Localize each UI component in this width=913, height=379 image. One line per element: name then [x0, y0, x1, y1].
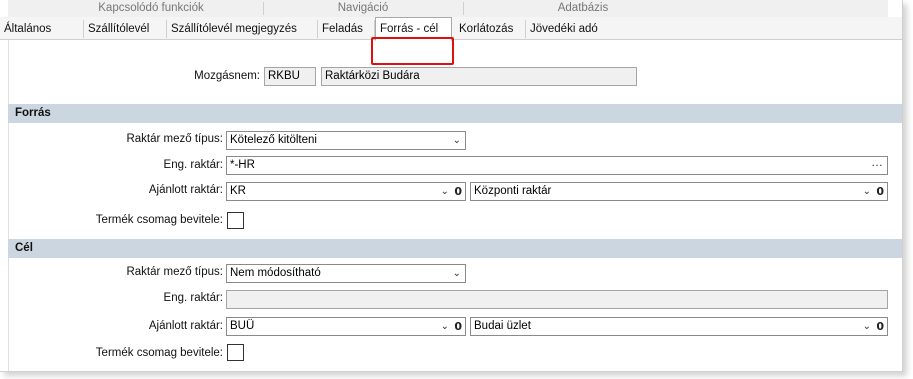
forras-ajanlott-name-value: Központi raktár [474, 185, 552, 197]
forras-ajanlott-code-value: KR [230, 185, 246, 197]
window-frame: Kapcsolódó funkciók Navigáció Adatbázis … [0, 0, 903, 372]
forras-eng-raktar-value: *-HR [230, 159, 255, 171]
tab-altalanos[interactable]: Általános [0, 20, 84, 38]
ribbon-group-navigation[interactable]: Navigáció [313, 2, 413, 14]
cel-termek-label: Termék csomag bevitele: [95, 347, 223, 359]
mozgasnem-name-field: Raktárközi Budára [321, 67, 637, 86]
forras-ajanlott-name-select[interactable]: Központi raktár ⌄ 0 [470, 182, 888, 201]
paperclip-icon[interactable]: 0 [876, 183, 884, 200]
cel-ajanlott-code-select[interactable]: BUÜ ⌄ 0 [226, 317, 466, 336]
forras-eng-raktar-label: Eng. raktár: [163, 159, 223, 171]
cel-raktar-tipus-select[interactable]: Nem módosítható ⌄ [226, 264, 466, 283]
forras-ajanlott-code-select[interactable]: KR ⌄ 0 [226, 182, 466, 201]
cel-ajanlott-name-select[interactable]: Budai üzlet ⌄ 0 [470, 317, 888, 336]
paperclip-icon[interactable]: 0 [876, 318, 884, 335]
cel-raktar-tipus-label: Raktár mező típus: [126, 266, 223, 278]
cel-ajanlott-code-value: BUÜ [230, 320, 255, 332]
mozgasnem-code-field: RKBU [264, 67, 316, 86]
ribbon: Kapcsolódó funkciók Navigáció Adatbázis [8, 0, 888, 18]
chevron-down-icon[interactable]: ⌄ [453, 132, 461, 149]
mozgasnem-label: Mozgásnem: [194, 70, 260, 82]
forras-raktar-tipus-value: Kötelező kitölteni [230, 134, 317, 146]
tab-korlatozas[interactable]: Korlátozás [455, 20, 526, 38]
tab-forras-cel[interactable]: Forrás - cél [375, 17, 452, 41]
tab-jovedeki-ado[interactable]: Jövedéki adó [526, 20, 614, 38]
cel-ajanlott-name-value: Budai üzlet [474, 320, 531, 332]
chevron-down-icon[interactable]: ⌄ [441, 318, 449, 335]
ribbon-group-related-functions[interactable]: Kapcsolódó funkciók [86, 2, 216, 14]
tab-szallitolevel[interactable]: Szállítólevél [84, 20, 167, 38]
paperclip-icon[interactable]: 0 [454, 318, 462, 335]
ribbon-group-database[interactable]: Adatbázis [538, 2, 628, 14]
tab-feladas[interactable]: Feladás [318, 20, 375, 38]
chevron-down-icon[interactable]: ⌄ [441, 183, 449, 200]
cel-termek-checkbox[interactable] [227, 344, 244, 361]
forras-termek-checkbox[interactable] [227, 212, 244, 229]
paperclip-icon[interactable]: 0 [454, 183, 462, 200]
ribbon-separator [263, 2, 264, 15]
highlight-box [371, 37, 454, 65]
cel-raktar-tipus-value: Nem módosítható [230, 267, 321, 279]
cel-ajanlott-label: Ajánlott raktár: [148, 320, 223, 332]
forras-termek-label: Termék csomag bevitele: [95, 214, 223, 226]
cel-eng-raktar-label: Eng. raktár: [163, 292, 223, 304]
tab-szallitolevel-megjegyzes[interactable]: Szállítólevél megjegyzés [167, 20, 318, 38]
forras-raktar-tipus-label: Raktár mező típus: [126, 133, 223, 145]
tab-bar: Általános Szállítólevél Szállítólevél me… [0, 17, 902, 41]
forras-eng-raktar-field[interactable]: *-HR … [226, 156, 888, 175]
chevron-down-icon[interactable]: ⌄ [453, 265, 461, 282]
forras-ajanlott-label: Ajánlott raktár: [148, 184, 223, 196]
cel-eng-raktar-field [226, 290, 888, 309]
ellipsis-icon[interactable]: … [871, 157, 883, 171]
panel-border [8, 40, 9, 371]
forras-raktar-tipus-select[interactable]: Kötelező kitölteni ⌄ [226, 131, 466, 150]
section-header-forras: Forrás [8, 104, 902, 123]
chevron-down-icon[interactable]: ⌄ [863, 318, 871, 335]
chevron-down-icon[interactable]: ⌄ [863, 183, 871, 200]
ribbon-separator [463, 2, 464, 15]
section-header-cel: Cél [8, 239, 902, 258]
